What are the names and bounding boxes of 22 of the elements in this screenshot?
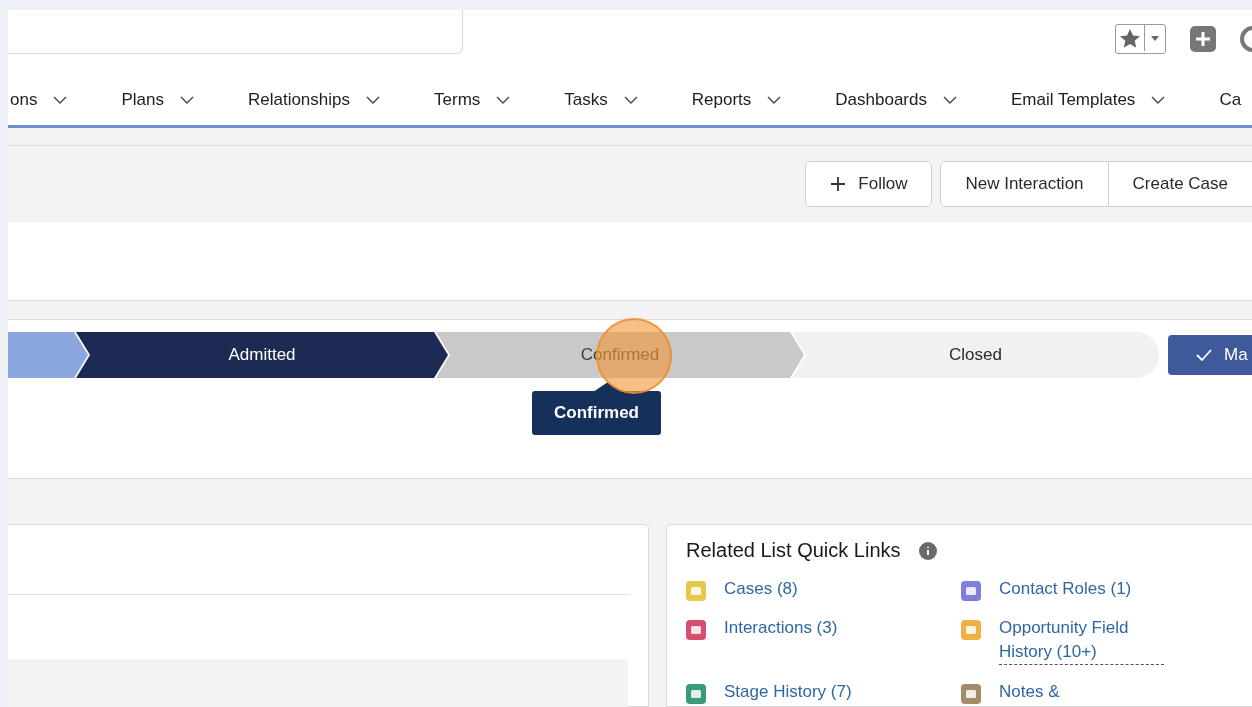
nav-tab[interactable]: Tasks — [564, 90, 638, 110]
action-button[interactable]: New Interaction — [940, 161, 1109, 207]
action-button[interactable]: Create Case — [1108, 161, 1252, 207]
quick-link[interactable]: Stage History (7) — [724, 680, 852, 704]
nav-tab[interactable]: Email Templates — [1010, 90, 1166, 110]
quick-link[interactable]: Notes & — [999, 680, 1060, 704]
nav-tab[interactable]: Relationships — [247, 90, 380, 110]
path-stage[interactable]: Closed — [792, 332, 1159, 378]
nav-tab[interactable]: Terms — [434, 90, 511, 110]
nav-tab[interactable]: Dashboards — [835, 90, 957, 110]
nav-tab[interactable]: ons — [10, 90, 68, 110]
quick-link[interactable]: Opportunity Field History (10+) — [999, 616, 1164, 665]
quick-link[interactable]: Contact Roles (1) — [999, 577, 1132, 601]
nav-tab[interactable]: Plans — [121, 90, 194, 110]
quick-link[interactable]: Interactions (3) — [724, 616, 838, 640]
quick-link[interactable]: Cases (8) — [724, 577, 798, 601]
path-stage[interactable]: Admitted — [76, 332, 448, 378]
mark-stage-button[interactable]: Ma — [1168, 335, 1252, 375]
card-title: Related List Quick Links — [686, 539, 901, 562]
nav-tab[interactable]: Ca — [1219, 90, 1242, 110]
follow-button[interactable]: Follow — [805, 161, 933, 207]
nav-tab[interactable]: Reports — [691, 90, 782, 110]
